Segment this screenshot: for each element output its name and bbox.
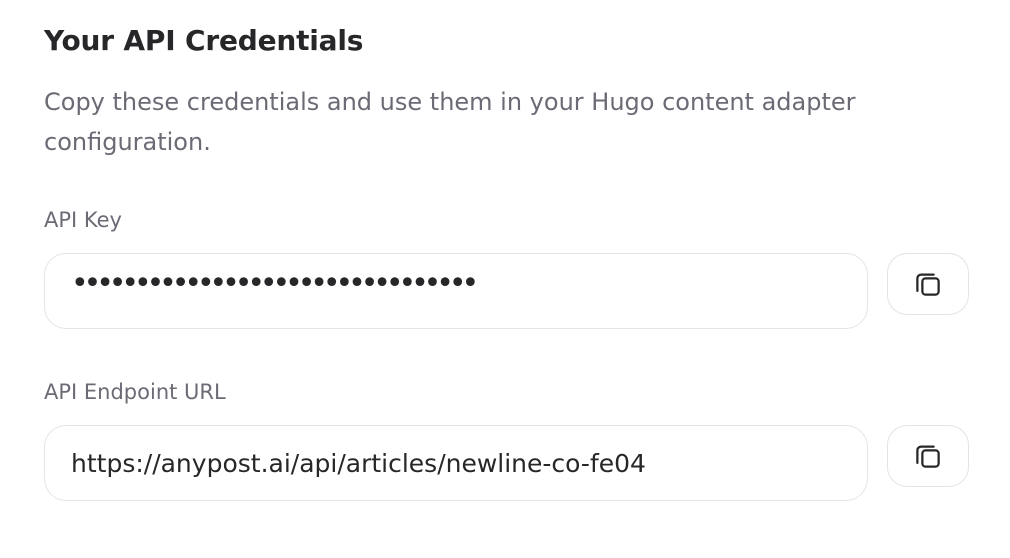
section-description: Copy these credentials and use them in y… [44,88,856,156]
api-endpoint-label: API Endpoint URL [44,380,226,404]
section-title: Your API Credentials [44,24,364,57]
copy-api-endpoint-button[interactable] [887,425,969,487]
copy-icon [913,269,943,299]
api-key-label: API Key [44,208,122,232]
api-endpoint-value: https://anypost.ai/api/articles/newline-… [71,448,646,478]
api-endpoint-field[interactable]: https://anypost.ai/api/articles/newline-… [44,425,868,501]
api-key-value: •••••••••••••••••••••••••••••••• [71,266,479,301]
copy-icon [913,441,943,471]
api-key-field[interactable]: •••••••••••••••••••••••••••••••• [44,253,868,329]
api-credentials-panel: Your API Credentials Copy these credenti… [0,0,1010,558]
copy-api-key-button[interactable] [887,253,969,315]
